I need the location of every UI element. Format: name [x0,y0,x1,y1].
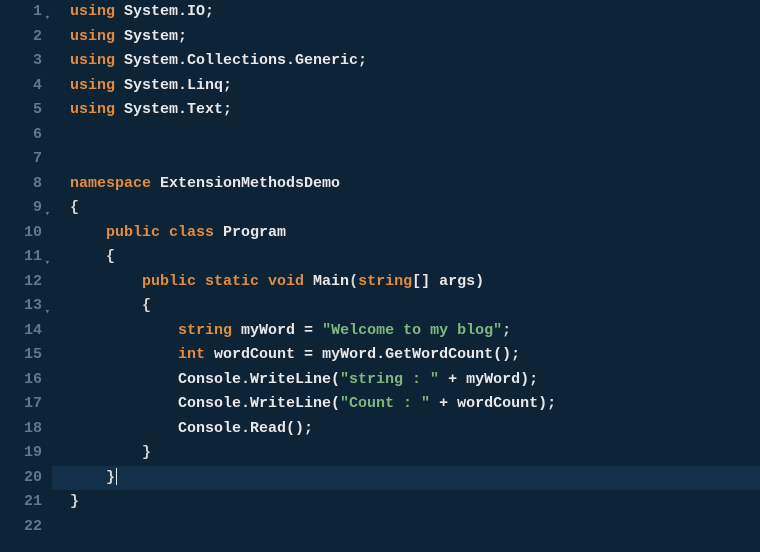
code-token: public static void [142,273,313,290]
code-line[interactable]: Console.WriteLine("Count : " + wordCount… [70,392,760,417]
code-token: string [358,273,412,290]
code-token [70,273,142,290]
code-token: System.Collections.Generic; [124,52,367,69]
line-number: 16 [0,368,42,393]
code-line[interactable]: { [70,294,760,319]
line-number: 7 [0,147,42,172]
code-token [70,346,178,363]
code-line[interactable] [70,147,760,172]
line-number: 2 [0,25,42,50]
fold-marker-icon[interactable]: ▾ [45,251,50,276]
code-token: "string : " [340,371,439,388]
code-line[interactable]: } [70,441,760,466]
code-token: using [70,3,124,20]
line-number: 5 [0,98,42,123]
code-token: "Welcome to my blog" [322,322,502,339]
code-token: ; [502,322,511,339]
code-token: { [70,199,79,216]
line-number: 10 [0,221,42,246]
code-line[interactable] [70,515,760,540]
code-line[interactable]: public static void Main(string[] args) [70,270,760,295]
code-token: + myWord); [439,371,538,388]
line-number: 8 [0,172,42,197]
line-number: 20 [0,466,42,491]
code-token: System; [124,28,187,45]
line-number: 11▾ [0,245,42,270]
code-token: Console.WriteLine( [70,371,340,388]
code-line[interactable]: } [52,466,760,491]
line-number: 4 [0,74,42,99]
line-number: 15 [0,343,42,368]
line-number: 13▾ [0,294,42,319]
text-cursor [116,468,117,485]
line-number: 21 [0,490,42,515]
line-number: 9▾ [0,196,42,221]
code-token: ( [349,273,358,290]
code-token [70,224,106,241]
code-token: System.Text; [124,101,232,118]
code-token: Console.Read(); [70,420,313,437]
code-token: { [70,297,151,314]
code-line[interactable]: using System.Collections.Generic; [70,49,760,74]
line-number: 19 [0,441,42,466]
code-token: int [178,346,214,363]
fold-marker-icon[interactable]: ▾ [45,300,50,325]
fold-marker-icon[interactable]: ▾ [45,6,50,31]
code-token: } [70,469,115,486]
code-token: namespace [70,175,160,192]
code-token: [] args) [412,273,484,290]
line-number-gutter: 1▾23456789▾1011▾1213▾141516171819202122 [0,0,52,552]
code-line[interactable]: using System.Text; [70,98,760,123]
code-line[interactable] [70,123,760,148]
code-token: Main [313,273,349,290]
code-token: System.IO; [124,3,214,20]
code-token: } [70,444,151,461]
code-token [70,322,178,339]
code-token: System.Linq; [124,77,232,94]
code-token: ExtensionMethodsDemo [160,175,340,192]
code-token: using [70,28,124,45]
code-line[interactable]: Console.Read(); [70,417,760,442]
code-token: public class [106,224,223,241]
line-number: 18 [0,417,42,442]
code-token: Program [223,224,286,241]
code-line[interactable]: int wordCount = myWord.GetWordCount(); [70,343,760,368]
line-number: 6 [0,123,42,148]
code-token: string [178,322,241,339]
code-token: "Count : " [340,395,430,412]
line-number: 17 [0,392,42,417]
line-number: 14 [0,319,42,344]
code-line[interactable]: using System.IO; [70,0,760,25]
code-line[interactable]: using System.Linq; [70,74,760,99]
code-line[interactable]: } [70,490,760,515]
code-token: { [70,248,115,265]
code-line[interactable]: public class Program [70,221,760,246]
code-token: wordCount = myWord.GetWordCount(); [214,346,520,363]
fold-marker-icon[interactable]: ▾ [45,202,50,227]
code-token: } [70,493,79,510]
code-token: myWord = [241,322,322,339]
code-line[interactable]: string myWord = "Welcome to my blog"; [70,319,760,344]
code-line[interactable]: using System; [70,25,760,50]
code-token: + wordCount); [430,395,556,412]
code-line[interactable]: { [70,245,760,270]
code-token: using [70,101,124,118]
code-line[interactable]: Console.WriteLine("string : " + myWord); [70,368,760,393]
code-token: using [70,77,124,94]
line-number: 22 [0,515,42,540]
line-number: 12 [0,270,42,295]
code-token: using [70,52,124,69]
code-token: Console.WriteLine( [70,395,340,412]
code-line[interactable]: namespace ExtensionMethodsDemo [70,172,760,197]
code-editor[interactable]: 1▾23456789▾1011▾1213▾141516171819202122 … [0,0,760,552]
code-area[interactable]: using System.IO;using System;using Syste… [52,0,760,552]
line-number: 1▾ [0,0,42,25]
code-line[interactable]: { [70,196,760,221]
line-number: 3 [0,49,42,74]
